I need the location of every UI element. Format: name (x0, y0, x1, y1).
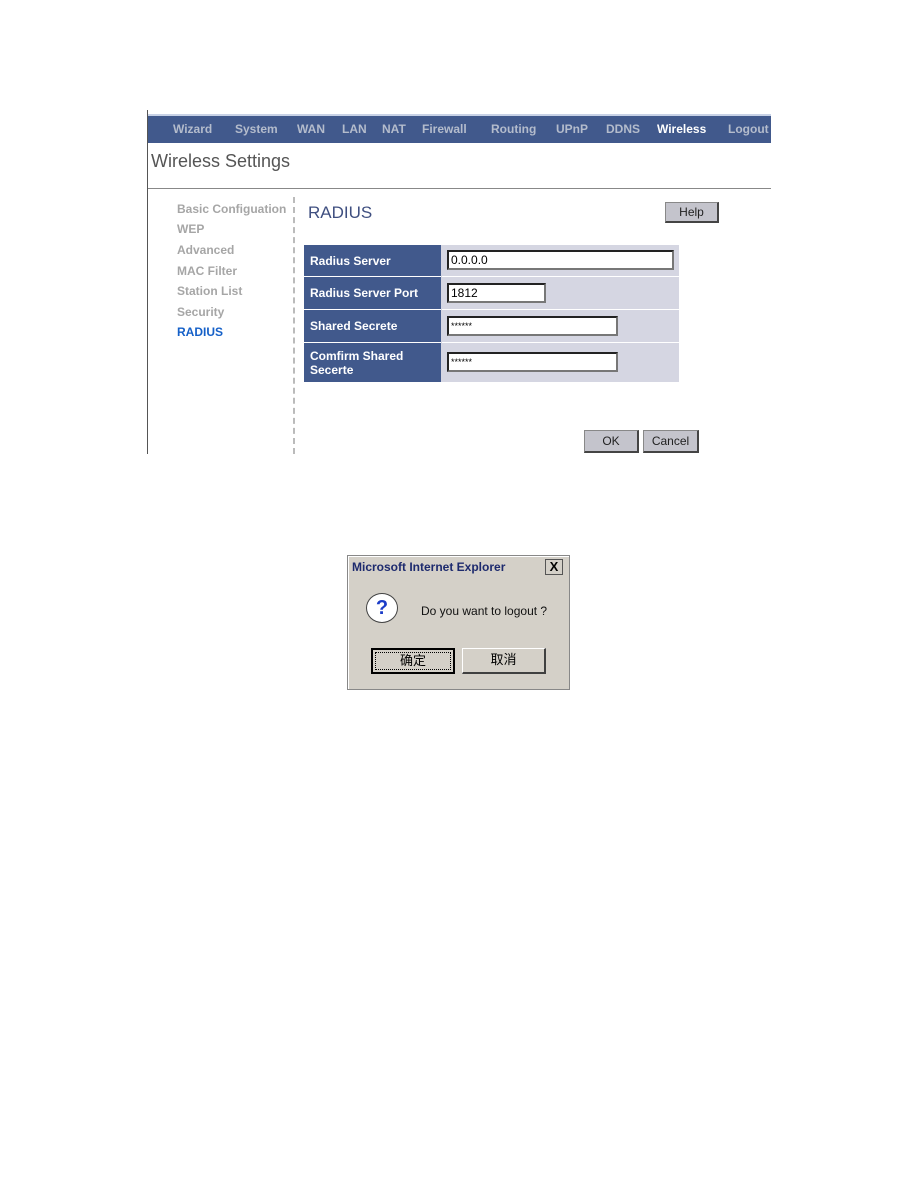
divider (148, 188, 771, 189)
sidebar-item-basic[interactable]: Basic Configuation (177, 202, 286, 216)
cancel-button[interactable]: Cancel (643, 430, 699, 453)
radius-port-cell: 1812 (442, 277, 679, 310)
radius-port-label: Radius Server Port (304, 277, 441, 310)
dialog-message: Do you want to logout ? (421, 604, 548, 618)
dialog-ok-button[interactable]: 确定 (371, 648, 455, 674)
question-icon: ? (366, 593, 398, 623)
nav-lan[interactable]: LAN (342, 122, 367, 136)
sidebar-item-radius[interactable]: RADIUS (177, 325, 223, 339)
sidebar-item-station-list[interactable]: Station List (177, 284, 242, 298)
nav-wizard[interactable]: Wizard (173, 122, 212, 136)
confirm-secret-input[interactable]: ****** (447, 352, 618, 372)
logout-dialog: Microsoft Internet Explorer X ? Do you w… (347, 555, 570, 690)
radius-server-input[interactable]: 0.0.0.0 (447, 250, 674, 270)
top-nav: Wizard System WAN LAN NAT Firewall Routi… (148, 114, 771, 143)
frame-border (147, 110, 148, 454)
dialog-cancel-button[interactable]: 取消 (462, 648, 546, 674)
radius-form: Radius Server 0.0.0.0 Radius Server Port… (304, 245, 679, 382)
sidebar-item-advanced[interactable]: Advanced (177, 243, 234, 257)
divider (293, 197, 295, 454)
nav-routing[interactable]: Routing (491, 122, 536, 136)
shared-secret-input[interactable]: ****** (447, 316, 618, 336)
nav-nat[interactable]: NAT (382, 122, 406, 136)
radius-server-label: Radius Server (304, 245, 441, 277)
nav-wan[interactable]: WAN (297, 122, 325, 136)
sidebar-item-security[interactable]: Security (177, 305, 224, 319)
confirm-secret-label: Comfirm Shared Secerte (304, 343, 441, 382)
confirm-secret-cell: ****** (442, 343, 679, 382)
help-button[interactable]: Help (665, 202, 719, 223)
radius-server-cell: 0.0.0.0 (442, 245, 679, 277)
nav-logout[interactable]: Logout (728, 122, 769, 136)
shared-secret-cell: ****** (442, 310, 679, 343)
page-title: Wireless Settings (151, 151, 291, 171)
ok-button[interactable]: OK (584, 430, 639, 453)
nav-system[interactable]: System (235, 122, 278, 136)
nav-firewall[interactable]: Firewall (422, 122, 467, 136)
radius-port-input[interactable]: 1812 (447, 283, 546, 303)
dialog-title: Microsoft Internet Explorer (352, 560, 506, 574)
nav-wireless[interactable]: Wireless (657, 122, 706, 136)
shared-secret-label: Shared Secrete (304, 310, 441, 343)
nav-ddns[interactable]: DDNS (606, 122, 640, 136)
section-title: RADIUS (308, 203, 373, 222)
sidebar-item-mac-filter[interactable]: MAC Filter (177, 264, 237, 278)
nav-upnp[interactable]: UPnP (556, 122, 588, 136)
sidebar-item-wep[interactable]: WEP (177, 222, 204, 236)
close-icon[interactable]: X (545, 559, 563, 575)
